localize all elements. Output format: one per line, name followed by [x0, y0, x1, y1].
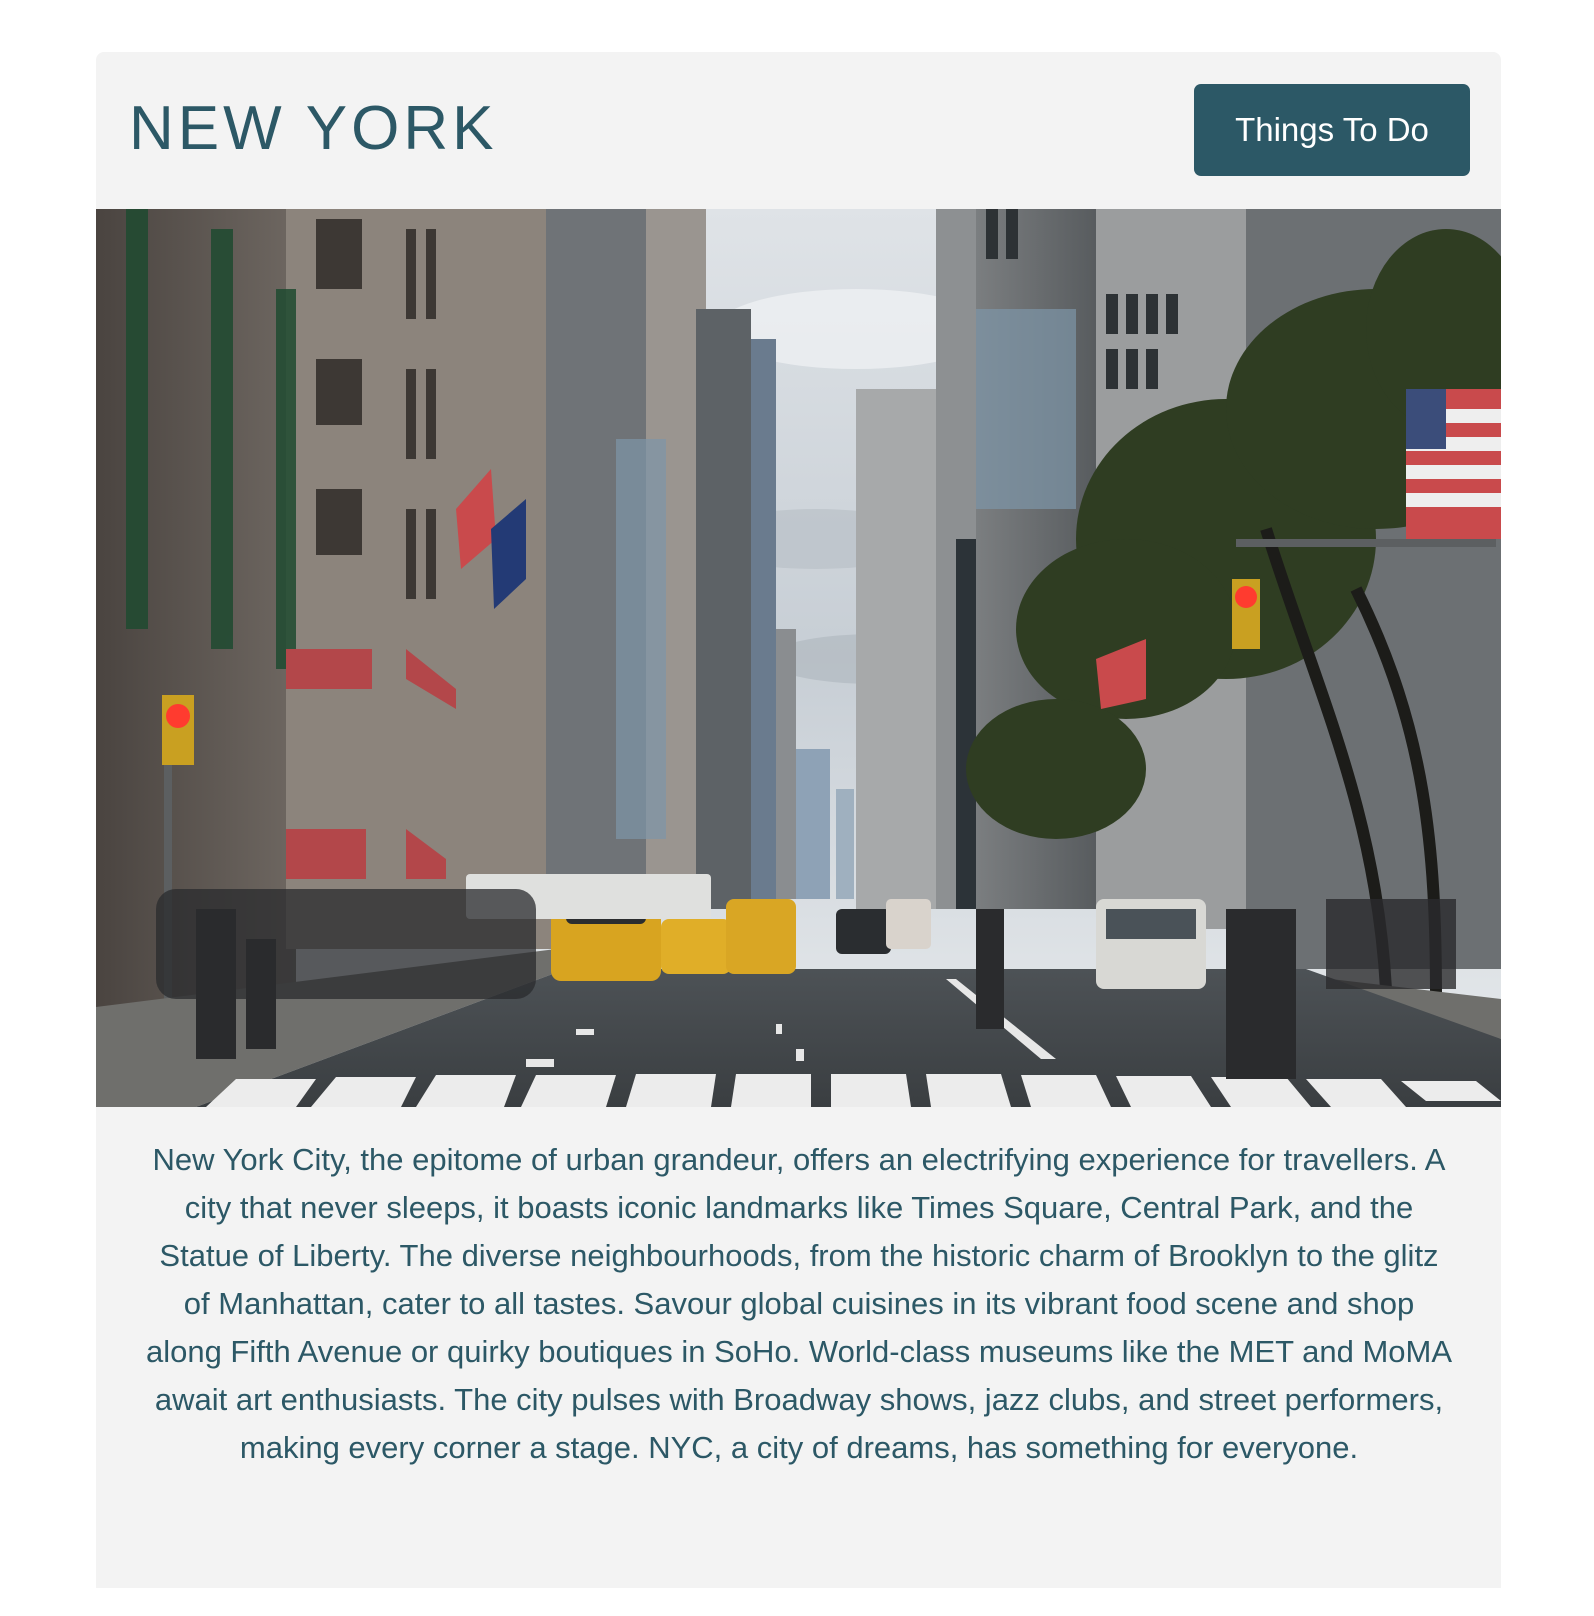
- page-title: NEW YORK: [129, 94, 498, 163]
- description-text: New York City, the epitome of urban gran…: [145, 1142, 1453, 1465]
- things-to-do-button[interactable]: Things To Do: [1194, 84, 1470, 176]
- hero-image: [96, 209, 1501, 1107]
- card-header: NEW YORK Things To Do: [96, 52, 1501, 209]
- destination-card: NEW YORK Things To Do New York City, the…: [96, 52, 1501, 1588]
